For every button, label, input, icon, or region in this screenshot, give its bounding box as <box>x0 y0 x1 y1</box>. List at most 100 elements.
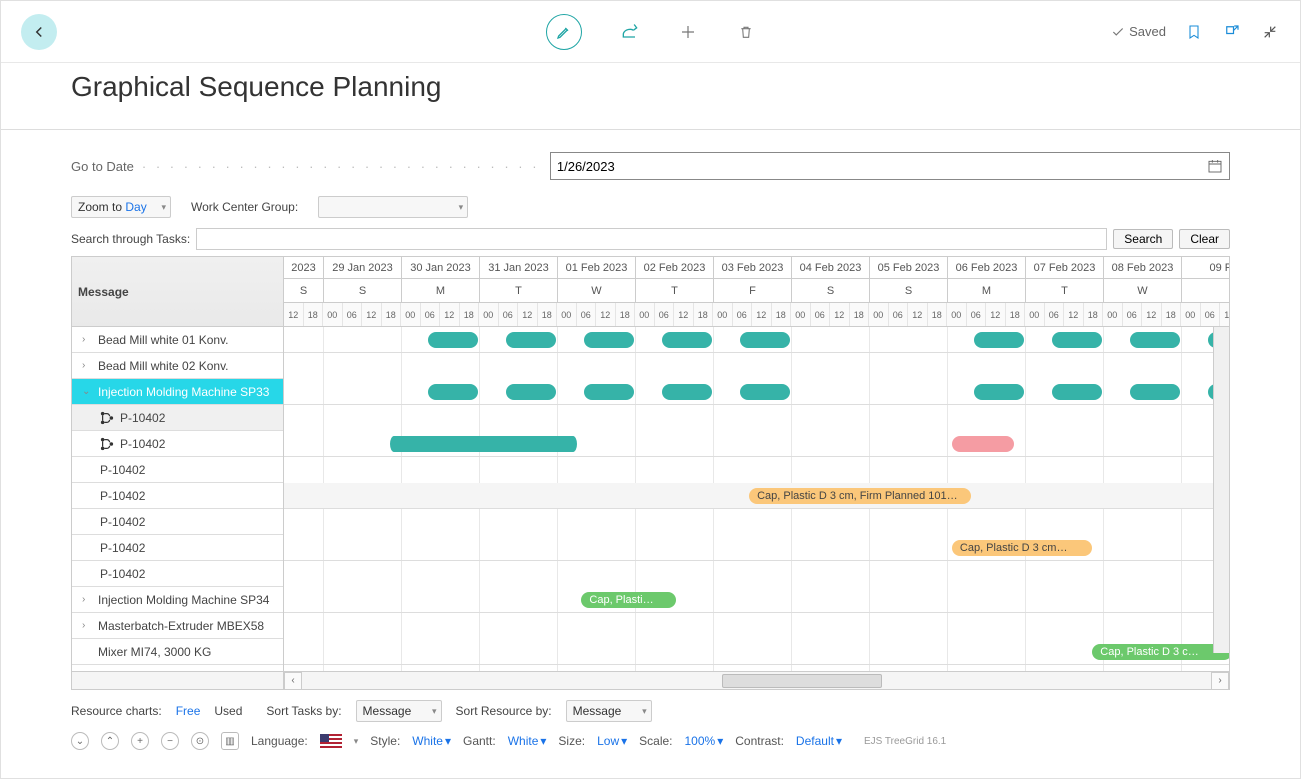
sort-resource-select[interactable]: Message <box>566 700 652 722</box>
timeline-row[interactable] <box>284 327 1229 353</box>
edit-button[interactable] <box>546 14 582 50</box>
gantt-bar[interactable] <box>584 384 634 400</box>
zoom-fit-icon[interactable]: ⊙ <box>191 732 209 750</box>
gantt-bar[interactable] <box>740 332 790 348</box>
collapse-all-icon[interactable]: ⌃ <box>101 732 119 750</box>
gantt-timeline[interactable]: 202329 Jan 202330 Jan 202331 Jan 202301 … <box>284 257 1229 671</box>
date-header[interactable]: 02 Feb 2023 <box>636 257 714 278</box>
scale-value[interactable]: 100% ▾ <box>685 734 724 748</box>
horizontal-scrollbar[interactable]: ‹ › <box>72 671 1229 689</box>
gantt-bar[interactable] <box>506 332 556 348</box>
gantt-bar[interactable] <box>662 332 712 348</box>
search-button[interactable]: Search <box>1113 229 1173 249</box>
date-header[interactable]: 05 Feb 2023 <box>870 257 948 278</box>
row-label: P-10402 <box>120 437 165 451</box>
gantt-bar[interactable]: Cap, Plastic D 3 cm… <box>952 540 1092 556</box>
collapse-icon[interactable] <box>1260 22 1280 42</box>
timeline-row[interactable]: Cap, Plastic D 3 c… <box>284 639 1229 665</box>
zoom-in-icon[interactable]: + <box>131 732 149 750</box>
task-row[interactable]: P-10402 <box>72 509 283 535</box>
timeline-row[interactable]: Cap, Plasti… <box>284 587 1229 613</box>
gantt-bar[interactable] <box>506 384 556 400</box>
resource-used-link[interactable]: Used <box>214 704 242 718</box>
language-flag-us[interactable] <box>320 734 342 748</box>
gantt-bar[interactable] <box>428 384 478 400</box>
date-header[interactable]: 31 Jan 2023 <box>480 257 558 278</box>
gantt-bar[interactable] <box>428 332 478 348</box>
hour-header: 12 <box>830 303 850 326</box>
task-row[interactable]: P-10402 <box>72 483 283 509</box>
resource-row[interactable]: ⌄Injection Molding Machine SP33 <box>72 379 283 405</box>
row-label: Injection Molding Machine SP33 <box>98 385 269 399</box>
resource-free-link[interactable]: Free <box>176 704 201 718</box>
size-value[interactable]: Low ▾ <box>597 734 627 748</box>
goto-date-field[interactable] <box>550 152 1230 180</box>
scroll-thumb[interactable] <box>722 674 882 688</box>
gantt-bar[interactable]: Cap, Plasti… <box>581 592 676 608</box>
date-header[interactable]: 01 Feb 2023 <box>558 257 636 278</box>
branch-icon <box>100 437 114 451</box>
gantt-bar[interactable] <box>974 332 1024 348</box>
left-column-header[interactable]: Message <box>72 257 283 327</box>
gantt-bar[interactable] <box>584 332 634 348</box>
task-row[interactable]: P-10402 <box>72 535 283 561</box>
date-header[interactable]: 06 Feb 2023 <box>948 257 1026 278</box>
resource-row[interactable]: ›Injection Molding Machine SP34 <box>72 587 283 613</box>
timeline-row[interactable] <box>284 379 1229 405</box>
task-row[interactable]: P-10402 <box>72 457 283 483</box>
date-header[interactable]: 04 Feb 2023 <box>792 257 870 278</box>
sort-tasks-select[interactable]: Message <box>356 700 442 722</box>
date-header[interactable]: 09 F <box>1182 257 1229 278</box>
gantt-bar[interactable]: Cap, Plastic D 3 cm, Firm Planned 101… <box>749 488 971 504</box>
gantt-bar[interactable] <box>1130 332 1180 348</box>
hour-header: 12 <box>1220 303 1229 326</box>
zoom-out-icon[interactable]: − <box>161 732 179 750</box>
timeline-row[interactable] <box>284 431 1229 457</box>
timeline-row[interactable]: Cap, Plastic D 3 cm… <box>284 535 1229 561</box>
bookmark-icon[interactable] <box>1184 22 1204 42</box>
gantt-bar[interactable] <box>740 384 790 400</box>
gantt-bar[interactable]: Cap, Plastic D 3 c… <box>1092 644 1229 660</box>
contrast-value[interactable]: Default ▾ <box>796 734 842 748</box>
gantt-bar[interactable] <box>390 436 577 452</box>
date-header[interactable]: 03 Feb 2023 <box>714 257 792 278</box>
gantt-bar[interactable] <box>952 436 1014 452</box>
day-header: F <box>714 279 792 302</box>
gantt-bar[interactable] <box>1052 332 1102 348</box>
work-center-select[interactable] <box>318 196 468 218</box>
gantt-bar[interactable] <box>974 384 1024 400</box>
task-row[interactable]: P-10402 <box>72 405 283 431</box>
scroll-left-arrow[interactable]: ‹ <box>284 672 302 690</box>
delete-icon[interactable] <box>736 22 756 42</box>
date-header[interactable]: 2023 <box>284 257 324 278</box>
gantt-bar[interactable] <box>1052 384 1102 400</box>
clear-button[interactable]: Clear <box>1179 229 1230 249</box>
task-row[interactable]: P-10402 <box>72 561 283 587</box>
task-row[interactable]: P-10402 <box>72 431 283 457</box>
search-input[interactable] <box>196 228 1107 250</box>
date-header[interactable]: 08 Feb 2023 <box>1104 257 1182 278</box>
back-button[interactable] <box>21 14 57 50</box>
columns-icon[interactable]: ▥ <box>221 732 239 750</box>
date-header[interactable]: 07 Feb 2023 <box>1026 257 1104 278</box>
date-header[interactable]: 30 Jan 2023 <box>402 257 480 278</box>
zoom-select[interactable]: Zoom to Day <box>71 196 171 218</box>
gantt-bar[interactable] <box>1130 384 1180 400</box>
share-icon[interactable] <box>620 22 640 42</box>
resource-row[interactable]: Mixer MI74, 3000 KG <box>72 639 283 665</box>
calendar-icon[interactable] <box>1207 158 1223 174</box>
add-icon[interactable] <box>678 22 698 42</box>
popout-icon[interactable] <box>1222 22 1242 42</box>
goto-date-input[interactable] <box>557 159 1207 174</box>
scroll-right-arrow[interactable]: › <box>1211 672 1229 690</box>
timeline-row[interactable]: Cap, Plastic D 3 cm, Firm Planned 101… <box>284 483 1229 509</box>
date-header[interactable]: 29 Jan 2023 <box>324 257 402 278</box>
style-value[interactable]: White ▾ <box>412 734 451 748</box>
expand-all-icon[interactable]: ⌄ <box>71 732 89 750</box>
gantt-value[interactable]: White ▾ <box>508 734 547 748</box>
resource-row[interactable]: ›Bead Mill white 01 Konv. <box>72 327 283 353</box>
gantt-bar[interactable] <box>662 384 712 400</box>
vertical-scrollbar[interactable] <box>1213 327 1229 653</box>
resource-row[interactable]: ›Masterbatch-Extruder MBEX58 <box>72 613 283 639</box>
resource-row[interactable]: ›Bead Mill white 02 Konv. <box>72 353 283 379</box>
